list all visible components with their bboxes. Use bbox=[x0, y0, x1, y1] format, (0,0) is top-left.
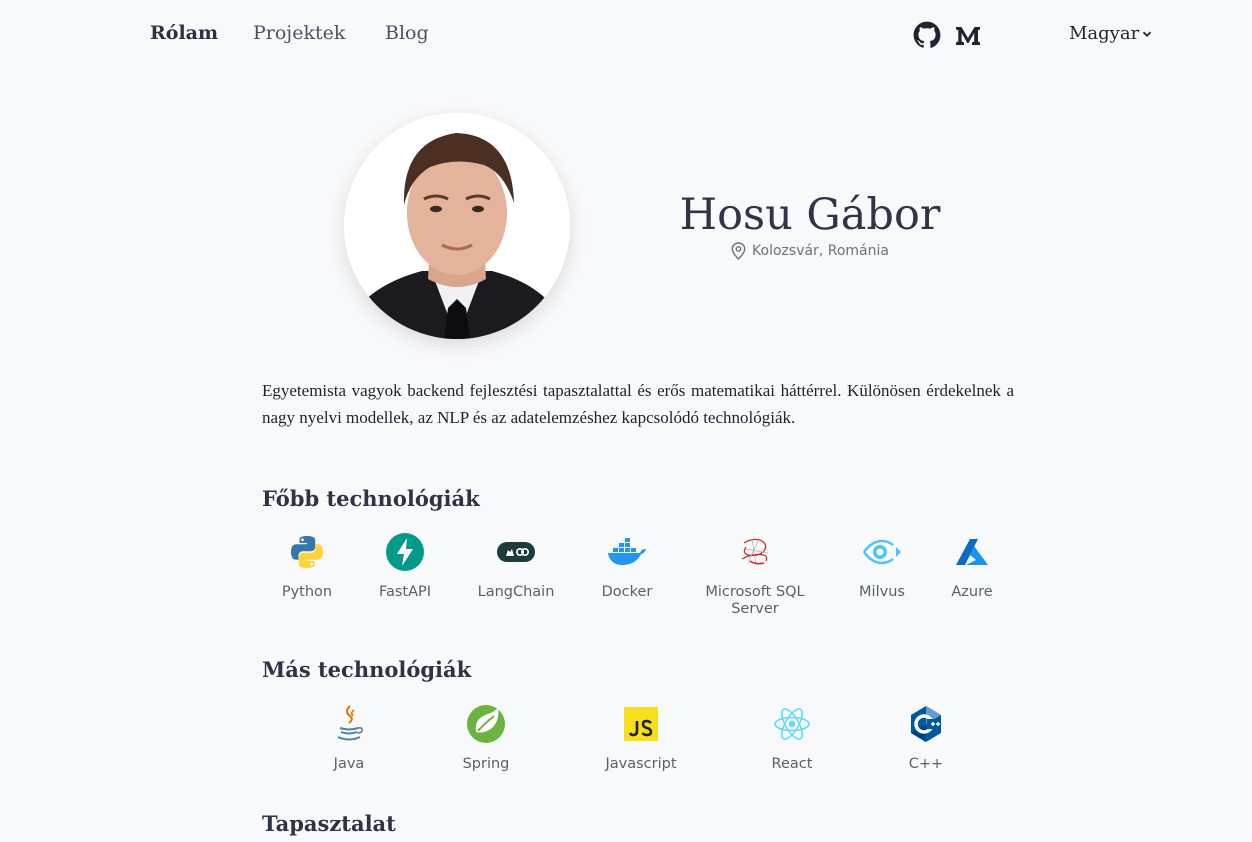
langchain-icon bbox=[496, 532, 536, 572]
nav-link-about[interactable]: Rólam bbox=[150, 22, 218, 44]
tech-label: C++ bbox=[908, 756, 944, 772]
github-icon[interactable] bbox=[913, 21, 941, 49]
spring-icon bbox=[466, 704, 506, 744]
tech-label: Microsoft SQL Server bbox=[705, 584, 805, 617]
tech-docker[interactable]: Docker bbox=[587, 532, 667, 601]
medium-icon[interactable] bbox=[954, 21, 982, 49]
profile-photo bbox=[344, 113, 570, 339]
tech-java[interactable]: Java bbox=[309, 704, 389, 773]
tech-langchain[interactable]: LangChain bbox=[466, 532, 566, 601]
tech-fastapi[interactable]: FastAPI bbox=[365, 532, 445, 601]
tech-label: Java bbox=[333, 756, 365, 772]
milvus-icon bbox=[862, 532, 902, 572]
tech-azure[interactable]: Azure bbox=[932, 532, 1012, 601]
nav-link-blog[interactable]: Blog bbox=[385, 22, 429, 44]
tech-milvus[interactable]: Milvus bbox=[842, 532, 922, 601]
profile-name: Hosu Gábor bbox=[679, 190, 941, 240]
mssql-icon bbox=[735, 532, 775, 572]
location-pin-icon bbox=[731, 242, 746, 260]
java-icon bbox=[329, 704, 369, 744]
tech-python[interactable]: Python bbox=[267, 532, 347, 601]
docker-icon bbox=[607, 532, 647, 572]
tech-label: FastAPI bbox=[378, 584, 432, 600]
tech-cpp[interactable]: C++ bbox=[886, 704, 966, 773]
tech-label: Spring bbox=[462, 756, 510, 772]
javascript-icon bbox=[621, 704, 661, 744]
top-navigation: Rólam Projektek Blog Magyar bbox=[0, 0, 1252, 70]
tech-spring[interactable]: Spring bbox=[446, 704, 526, 773]
profile-location: Kolozsvár, Románia bbox=[700, 242, 920, 260]
cpp-icon bbox=[906, 704, 946, 744]
chevron-down-icon bbox=[1143, 31, 1152, 37]
azure-icon bbox=[952, 532, 992, 572]
intro-paragraph: Egyetemista vagyok backend fejlesztési t… bbox=[262, 381, 1014, 427]
tech-label: Javascript bbox=[605, 756, 677, 772]
tech-label: Python bbox=[281, 584, 333, 600]
react-icon bbox=[772, 704, 812, 744]
tech-label: Milvus bbox=[859, 584, 905, 600]
tech-mssql[interactable]: Microsoft SQL Server bbox=[695, 532, 815, 618]
other-tech-heading: Más technológiák bbox=[262, 657, 472, 682]
language-selector[interactable]: Magyar bbox=[1069, 23, 1152, 44]
experience-heading: Tapasztalat bbox=[262, 811, 396, 836]
location-text: Kolozsvár, Románia bbox=[752, 243, 889, 259]
language-label: Magyar bbox=[1069, 23, 1140, 44]
tech-label: React bbox=[771, 756, 813, 772]
main-tech-heading: Főbb technológiák bbox=[262, 486, 480, 511]
tech-label: LangChain bbox=[477, 584, 555, 600]
tech-label: Azure bbox=[951, 584, 993, 600]
tech-label: Docker bbox=[601, 584, 653, 600]
tech-javascript[interactable]: Javascript bbox=[591, 704, 691, 773]
python-icon bbox=[287, 532, 327, 572]
nav-link-projects[interactable]: Projektek bbox=[253, 22, 345, 44]
fastapi-icon bbox=[385, 532, 425, 572]
tech-react[interactable]: React bbox=[752, 704, 832, 773]
